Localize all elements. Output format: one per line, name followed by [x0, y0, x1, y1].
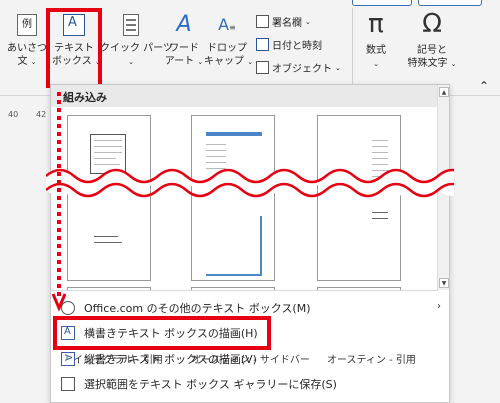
- share-button[interactable]: [352, 0, 412, 6]
- chevron-down-icon: ⌄: [247, 58, 254, 66]
- menu-item-label: 選択範囲をテキスト ボックス ギャラリーに保存(S): [84, 378, 337, 391]
- signature-label: 署名欄: [272, 18, 302, 29]
- equation-button[interactable]: π 数式 ⌄: [356, 10, 396, 71]
- dotted-arrow-icon: [52, 92, 66, 312]
- chevron-right-icon: ›: [437, 301, 441, 312]
- greeting-label-1: あいさつ: [7, 43, 47, 54]
- menu-item-save-to-gallery[interactable]: 選択範囲をテキスト ボックス ギャラリーに保存(S): [51, 372, 449, 396]
- quickparts-chevron: ⌄: [100, 55, 162, 69]
- equation-label: 数式: [366, 45, 386, 56]
- scroll-up-icon[interactable]: ▲: [439, 87, 449, 97]
- scroll-down-icon[interactable]: ▼: [439, 278, 449, 288]
- wave-cut-marker: [46, 168, 454, 198]
- wordart-icon: A: [176, 12, 192, 37]
- symbol-label-1: 記号と: [417, 45, 447, 56]
- chevron-down-icon: ⌄: [30, 58, 37, 66]
- ruler-mark-right: 42: [36, 110, 47, 119]
- thumb-sidebar-bar: [260, 216, 262, 276]
- ruler-mark-left: 40: [8, 110, 19, 119]
- object-button[interactable]: オブジェクト ⌄: [256, 60, 341, 75]
- signature-icon: [256, 15, 269, 28]
- menu-item-label: Office.com のその他のテキスト ボックス(M): [84, 302, 311, 315]
- greeting-button[interactable]: 例 あいさつ 文 ⌄: [6, 14, 48, 69]
- quickparts-label: クイック パーツ: [100, 43, 173, 54]
- chevron-down-icon: ⌄: [305, 17, 311, 26]
- wordart-label-1: ワード: [169, 43, 199, 54]
- object-label: オブジェクト: [272, 64, 332, 75]
- vertical-textbox-icon: A: [61, 352, 75, 366]
- wordart-label-2: アート ⌄: [164, 56, 204, 67]
- save-icon: [61, 377, 75, 391]
- comment-button[interactable]: [418, 0, 482, 6]
- symbol-button[interactable]: Ω 記号と 特殊文字 ⌄: [404, 10, 460, 71]
- calendar-icon: [256, 38, 269, 51]
- chevron-down-icon: ⌄: [450, 60, 457, 68]
- chevron-down-icon: ⌄: [197, 58, 204, 66]
- dropcap-label-2: キャップ ⌄: [204, 56, 254, 67]
- omega-icon: Ω: [422, 9, 442, 39]
- symbol-label-2: 特殊文字 ⌄: [407, 58, 457, 69]
- collapse-ribbon-icon[interactable]: ⌃: [474, 80, 494, 93]
- wordart-button[interactable]: A ワード アート ⌄: [164, 14, 204, 69]
- ribbon-separator: [352, 8, 353, 84]
- datetime-button[interactable]: 日付と時刻: [256, 37, 322, 52]
- dropcap-label-1: ドロップ: [207, 43, 247, 54]
- thumb-bar: [206, 132, 262, 136]
- datetime-label: 日付と時刻: [272, 41, 322, 52]
- greeting-label-2: 文 ⌄: [17, 56, 37, 67]
- dropcap-button[interactable]: A≡ ドロップ キャップ ⌄: [204, 14, 254, 69]
- pi-icon: π: [368, 9, 384, 39]
- chevron-down-icon: ⌄: [128, 58, 134, 66]
- menu-separator: [50, 290, 438, 291]
- textbox-highlight: [46, 8, 102, 88]
- greeting-icon: 例: [17, 14, 37, 36]
- menu-item-draw-vertical-textbox[interactable]: A 縦書きテキスト ボックスの描画(V): [51, 347, 449, 371]
- gallery-header: 組み込み: [51, 85, 439, 107]
- quickparts-button[interactable]: クイック パーツ ⌄: [100, 14, 173, 69]
- thumb-bottom-bar: [206, 274, 262, 276]
- chevron-down-icon: ⌄: [335, 63, 341, 72]
- dropcap-icon: A≡: [218, 15, 236, 34]
- equation-chevron: ⌄: [356, 57, 396, 71]
- menu-item-label: 縦書きテキスト ボックスの描画(V): [84, 353, 257, 366]
- menu-highlight: [53, 316, 271, 350]
- chevron-down-icon: ⌄: [373, 60, 379, 68]
- object-icon: [256, 61, 269, 74]
- quickparts-icon: [123, 14, 139, 36]
- signature-line-button[interactable]: 署名欄 ⌄: [256, 14, 311, 29]
